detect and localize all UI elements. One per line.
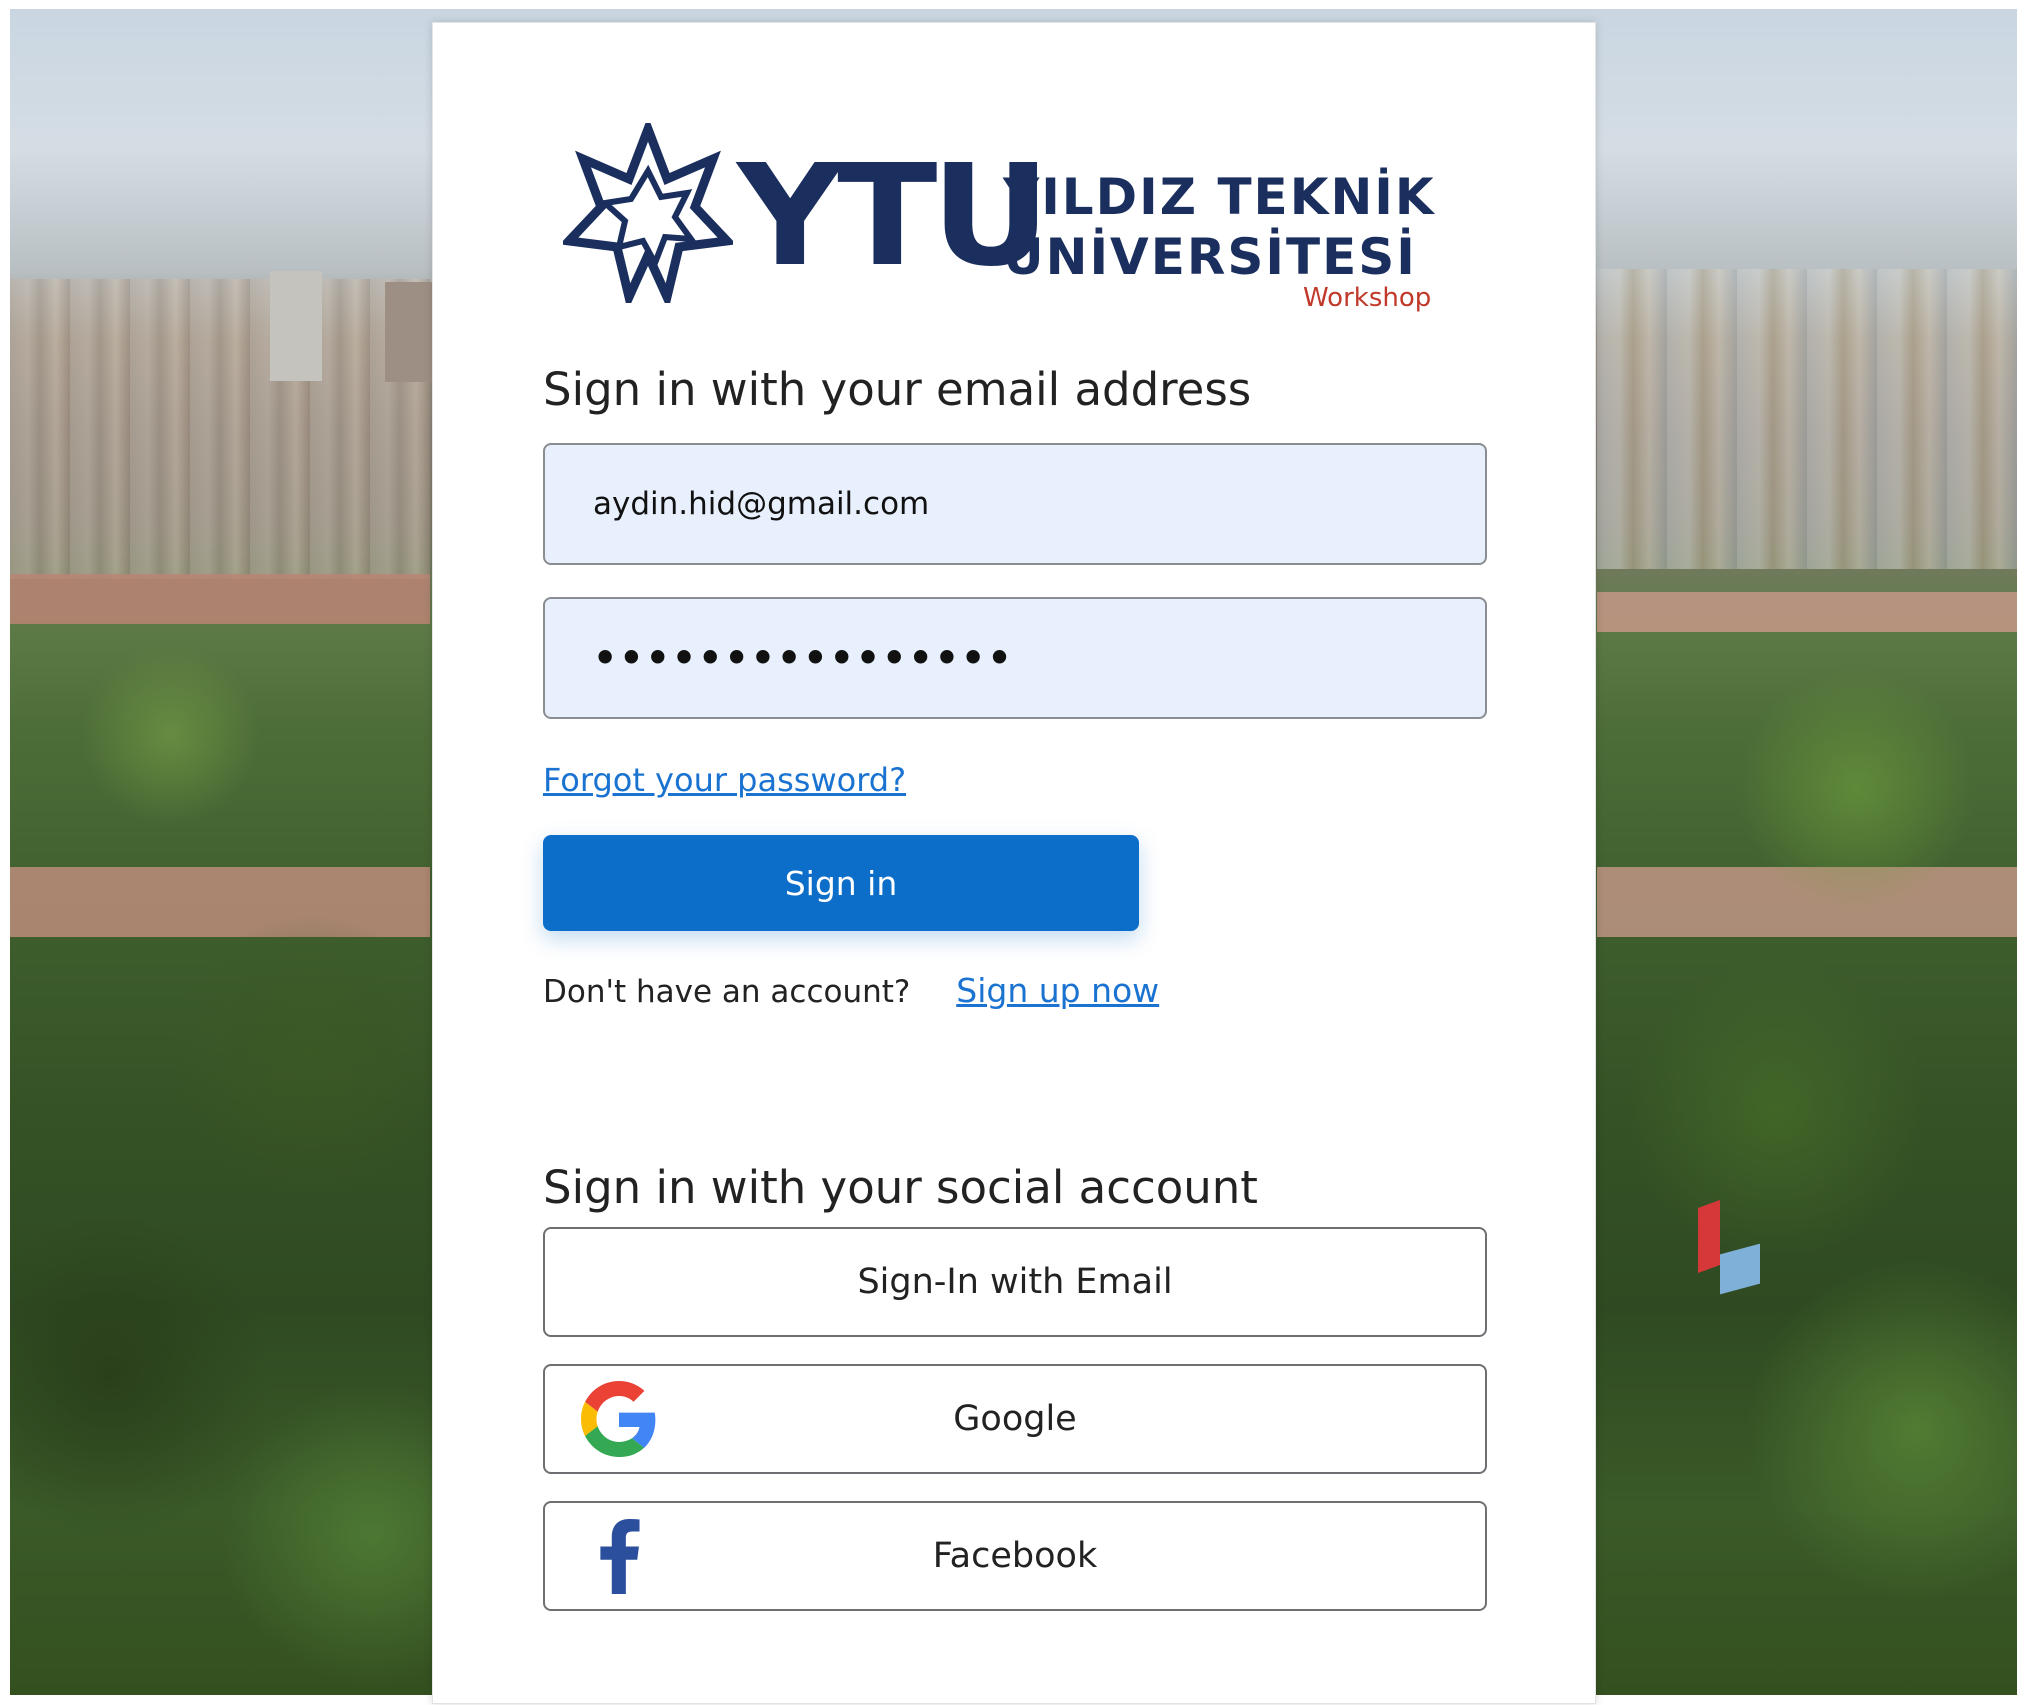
password-input[interactable]: ••••••••••••••••: [543, 597, 1487, 719]
logo-name-line2: ÜNİVERSİTESİ: [1003, 228, 1417, 286]
signin-card: YTU YILDIZ TEKNİK ÜNİVERSİTESİ Workshop …: [432, 22, 1596, 1704]
logo-name-line1: YILDIZ TEKNİK: [1003, 168, 1436, 226]
campus-roof: [10, 574, 430, 624]
signup-link[interactable]: Sign up now: [956, 971, 1159, 1010]
google-signin-label: Google: [953, 1399, 1077, 1439]
email-signin-heading: Sign in with your email address: [543, 363, 1252, 416]
email-signin-button[interactable]: Sign-In with Email: [543, 1227, 1487, 1337]
email-input-value: aydin.hid@gmail.com: [593, 486, 930, 522]
tower-building: [270, 271, 322, 381]
flag: [1698, 1199, 1720, 1274]
signin-button[interactable]: Sign in: [543, 835, 1139, 931]
facebook-signin-label: Facebook: [932, 1536, 1098, 1576]
city-buildings-right: [1597, 269, 2017, 569]
facebook-signin-button[interactable]: Facebook: [543, 1501, 1487, 1611]
signup-prompt: Don't have an account? Sign up now: [543, 971, 1159, 1010]
tower-building: [385, 282, 437, 382]
email-signin-label: Sign-In with Email: [857, 1262, 1173, 1302]
campus-roof: [1597, 592, 2017, 632]
facebook-icon: [581, 1518, 657, 1594]
google-icon: [581, 1381, 657, 1457]
star-emblem-icon: [563, 123, 733, 303]
university-logo: YTU YILDIZ TEKNİK ÜNİVERSİTESİ Workshop: [563, 123, 1503, 323]
password-input-value: ••••••••••••••••: [593, 636, 1014, 680]
forgot-password-link[interactable]: Forgot your password?: [543, 761, 906, 799]
no-account-text: Don't have an account?: [543, 974, 911, 1010]
logo-ytu-mark: YTU: [737, 135, 1050, 298]
logo-workshop-tag: Workshop: [1303, 283, 1432, 313]
city-buildings-left: [10, 279, 430, 579]
google-signin-button[interactable]: Google: [543, 1364, 1487, 1474]
email-input[interactable]: aydin.hid@gmail.com: [543, 443, 1487, 565]
page: YTU YILDIZ TEKNİK ÜNİVERSİTESİ Workshop …: [0, 0, 2027, 1705]
social-signin-heading: Sign in with your social account: [543, 1161, 1258, 1214]
